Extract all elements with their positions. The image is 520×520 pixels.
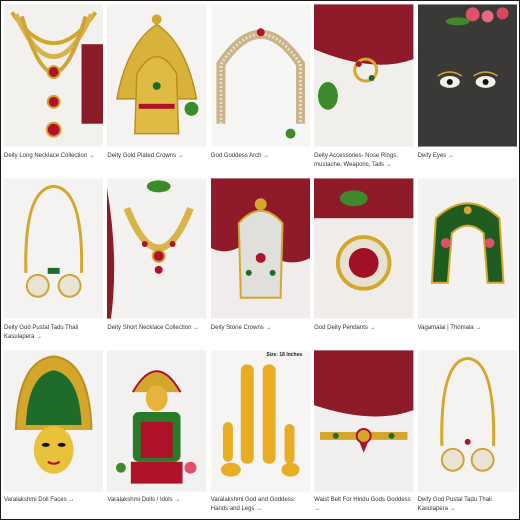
product-card[interactable]: Vagamalai | Thomala → <box>415 176 519 348</box>
product-category-grid: Deity Long Necklace Collection → Deity G… <box>0 0 520 520</box>
varalakshmi-face-image[interactable] <box>4 350 104 492</box>
long-necklace-image[interactable] <box>4 4 104 147</box>
product-card[interactable]: Deity Stone Crowns → <box>208 176 313 348</box>
product-caption-link[interactable]: Deity God Pustal Tadu Thali Kasulapera → <box>418 496 517 514</box>
vagamalai-image[interactable] <box>417 178 517 319</box>
product-card[interactable]: Waist Belt For Hindu Gods Goddess → <box>312 348 416 519</box>
product-card[interactable]: Deity Accessories- Nose Rings, mustache,… <box>312 2 416 176</box>
product-caption-link[interactable]: Varalakshmi God and Goddess Hands and Le… <box>211 496 310 514</box>
pustal-thali-image[interactable] <box>417 350 517 492</box>
product-caption-link[interactable]: Waist Belt For Hindu Gods Goddess → <box>314 496 413 514</box>
product-caption-link[interactable]: Varalakshmi Doll Faces → <box>4 496 103 505</box>
hands-legs-image[interactable] <box>210 350 311 492</box>
pustal-thali-image[interactable] <box>4 178 104 319</box>
product-caption-link[interactable]: Deity Eyes → <box>418 152 517 161</box>
product-card[interactable]: Deity Gold Plated Crowns → <box>105 2 209 176</box>
product-caption-link[interactable]: God Goddess Arch → <box>211 152 310 161</box>
product-card[interactable]: Deity God Pustal Tadu Thali Kasulapera → <box>2 176 106 348</box>
product-card[interactable]: Size: 18 Inches Varalakshmi God and Godd… <box>208 348 313 519</box>
product-caption-link[interactable]: Deity Accessories- Nose Rings, mustache,… <box>314 152 413 170</box>
product-caption-link[interactable]: Deity Short Necklace Collection → <box>107 324 206 333</box>
product-card[interactable]: God Goddess Arch → <box>208 2 313 176</box>
product-card[interactable]: Varalakshmi Doll Faces → <box>2 348 106 519</box>
varalakshmi-doll-image[interactable] <box>107 350 207 492</box>
product-card[interactable]: Deity Eyes → <box>415 2 519 176</box>
product-caption-link[interactable]: Deity Stone Crowns → <box>211 324 310 333</box>
stone-crown-image[interactable] <box>210 178 311 319</box>
product-card[interactable]: Varalakshmi Dolls / Idols → <box>105 348 209 519</box>
deity-eyes-image[interactable] <box>417 4 517 147</box>
nose-ring-image[interactable] <box>314 4 414 147</box>
product-card[interactable]: Deity God Pustal Tadu Thali Kasulapera → <box>415 348 519 519</box>
product-caption-link[interactable]: Deity Gold Plated Crowns → <box>107 152 206 161</box>
product-card[interactable]: God Deity Pendants → <box>312 176 416 348</box>
short-necklace-image[interactable] <box>107 178 207 319</box>
product-card[interactable]: Deity Long Necklace Collection → <box>2 2 106 176</box>
product-caption-link[interactable]: Deity God Pustal Tadu Thali Kasulapera → <box>4 324 103 342</box>
product-caption-link[interactable]: Vagamalai | Thomala → <box>418 324 517 333</box>
product-caption-link[interactable]: Varalakshmi Dolls / Idols → <box>107 496 206 505</box>
product-caption-link[interactable]: God Deity Pendants → <box>314 324 413 333</box>
god-arch-image[interactable] <box>210 4 311 147</box>
product-card[interactable]: Deity Short Necklace Collection → <box>105 176 209 348</box>
size-note: Size: 18 Inches <box>266 352 303 358</box>
deity-pendant-image[interactable] <box>314 178 414 319</box>
product-caption-link[interactable]: Deity Long Necklace Collection → <box>4 152 103 161</box>
gold-crown-image[interactable] <box>107 4 207 147</box>
waist-belt-image[interactable] <box>314 350 414 492</box>
